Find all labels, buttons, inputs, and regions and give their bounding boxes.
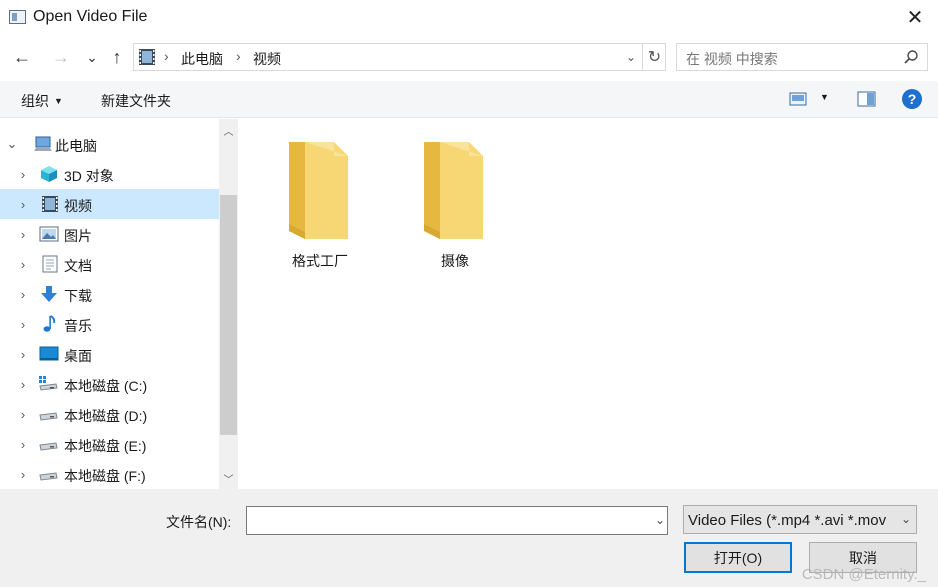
up-button[interactable]: ↑ <box>104 44 130 70</box>
chevron-right-icon[interactable]: › <box>16 437 30 452</box>
desktop-icon <box>39 346 59 361</box>
film-icon <box>42 196 58 212</box>
chevron-down-icon[interactable]: ⌄ <box>655 513 665 527</box>
chevron-right-icon: › <box>236 48 241 64</box>
folder-item[interactable]: 格式工厂 <box>272 139 368 274</box>
chevron-right-icon[interactable]: › <box>16 347 30 362</box>
scroll-up-icon[interactable]: ︿ <box>219 121 238 139</box>
film-icon <box>139 49 155 65</box>
folder-name: 格式工厂 <box>292 253 348 269</box>
chevron-right-icon: › <box>164 48 169 64</box>
back-button[interactable]: ← <box>9 44 35 70</box>
tree-item-drive-c[interactable]: › 本地磁盘 (C:) <box>0 369 219 399</box>
help-button[interactable]: ? <box>902 89 922 109</box>
download-icon <box>41 286 57 302</box>
refresh-button[interactable]: ↻ <box>642 44 666 70</box>
navigation-pane: ⌄ 此电脑 › 3D 对象 › 视频 › 图片 › 文档 › 下载 › 音乐 ›… <box>0 119 219 489</box>
chevron-right-icon[interactable]: › <box>16 227 30 242</box>
command-bar: 组织 ▼ 新建文件夹 ▼ <box>0 81 938 118</box>
watermark: CSDN @Eternity._ <box>801 566 926 583</box>
tree-item-music[interactable]: › 音乐 <box>0 309 219 339</box>
tree-item-this-pc[interactable]: ⌄ 此电脑 <box>0 129 219 159</box>
title-bar: Open Video File ✕ <box>0 0 938 34</box>
music-icon <box>43 315 56 332</box>
chevron-down-icon[interactable]: ⌄ <box>5 136 19 152</box>
tree-label: 下载 <box>64 288 92 304</box>
chevron-down-icon: ⌄ <box>900 512 911 526</box>
chevron-right-icon[interactable]: › <box>16 257 30 272</box>
tree-label: 3D 对象 <box>64 168 114 184</box>
tree-label: 桌面 <box>64 348 92 364</box>
preview-pane-icon[interactable] <box>857 90 877 108</box>
tree-item-downloads[interactable]: › 下载 <box>0 279 219 309</box>
document-icon <box>42 255 58 273</box>
tree-item-documents[interactable]: › 文档 <box>0 249 219 279</box>
sidebar-scrollbar[interactable]: ︿ ﹀ <box>219 119 238 489</box>
organize-label: 组织 <box>21 93 49 109</box>
forward-button[interactable]: → <box>48 44 74 70</box>
search-input[interactable]: 在 视频 中搜索 <box>686 49 778 69</box>
tree-item-drive-d[interactable]: › 本地磁盘 (D:) <box>0 399 219 429</box>
chevron-right-icon[interactable]: › <box>16 197 30 212</box>
navigation-bar: ← → ⌄ ↑ › 此电脑 › 视频 ⌄ ↻ 在 视频 中搜索 <box>0 40 938 74</box>
filetype-select[interactable]: Video Files (*.mp4 *.avi *.mov ⌄ <box>683 505 917 534</box>
breadcrumb-videos[interactable]: 视频 <box>253 49 281 69</box>
filename-combobox[interactable]: ⌄ <box>246 506 668 535</box>
chevron-right-icon[interactable]: › <box>16 407 30 422</box>
tree-label: 视频 <box>64 198 92 214</box>
caret-down-icon: ▼ <box>54 96 63 106</box>
tree-item-3d-objects[interactable]: › 3D 对象 <box>0 159 219 189</box>
drive-icon <box>39 442 58 451</box>
tree-item-drive-e[interactable]: › 本地磁盘 (E:) <box>0 429 219 459</box>
tree-label: 音乐 <box>64 318 92 334</box>
picture-icon <box>39 226 59 242</box>
tree-item-desktop[interactable]: › 桌面 <box>0 339 219 369</box>
drive-icon <box>39 472 58 481</box>
chevron-right-icon[interactable]: › <box>16 317 30 332</box>
tree-label: 本地磁盘 (E:) <box>64 438 147 454</box>
view-options-caret-icon[interactable]: ▼ <box>820 92 829 102</box>
breadcrumb-this-pc[interactable]: 此电脑 <box>181 49 223 69</box>
address-dropdown-button[interactable]: ⌄ <box>620 44 642 70</box>
tree-label: 本地磁盘 (C:) <box>64 378 148 394</box>
search-icon[interactable] <box>903 49 919 65</box>
cube-icon <box>41 166 57 182</box>
computer-icon <box>34 136 52 151</box>
tree-label: 文档 <box>64 258 92 274</box>
filename-label: 文件名(N): <box>166 514 232 530</box>
scrollbar-thumb[interactable] <box>220 195 237 435</box>
filename-field[interactable] <box>247 507 642 534</box>
system-drive-icon <box>39 376 58 391</box>
tree-item-drive-f[interactable]: › 本地磁盘 (F:) <box>0 459 219 489</box>
chevron-right-icon[interactable]: › <box>16 167 30 182</box>
file-list[interactable]: 格式工厂 摄像 <box>240 119 938 489</box>
scroll-down-icon[interactable]: ﹀ <box>219 469 238 487</box>
folder-icon <box>424 142 483 239</box>
tree-item-pictures[interactable]: › 图片 <box>0 219 219 249</box>
drive-icon <box>39 412 58 421</box>
open-button[interactable]: 打开(O) <box>684 542 792 573</box>
folder-item[interactable]: 摄像 <box>407 139 503 274</box>
tree-label: 图片 <box>64 228 92 244</box>
app-icon <box>9 10 26 24</box>
change-view-icon[interactable] <box>789 90 809 108</box>
window-title: Open Video File <box>33 8 148 25</box>
organize-menu[interactable]: 组织 ▼ <box>21 91 63 111</box>
address-bar[interactable]: › 此电脑 › 视频 ⌄ ↻ <box>133 43 666 71</box>
tree-label: 本地磁盘 (D:) <box>64 408 148 424</box>
chevron-right-icon[interactable]: › <box>16 377 30 392</box>
new-folder-button[interactable]: 新建文件夹 <box>101 91 171 111</box>
dialog-footer: 文件名(N): ⌄ Video Files (*.mp4 *.avi *.mov… <box>0 489 938 587</box>
recent-locations-button[interactable]: ⌄ <box>79 44 105 70</box>
chevron-right-icon[interactable]: › <box>16 287 30 302</box>
close-button[interactable]: ✕ <box>892 0 938 34</box>
folder-icon <box>289 142 348 239</box>
filetype-value: Video Files (*.mp4 *.avi *.mov <box>688 512 887 529</box>
tree-label-this-pc: 此电脑 <box>55 138 97 154</box>
tree-label: 本地磁盘 (F:) <box>64 468 146 484</box>
chevron-right-icon[interactable]: › <box>16 467 30 482</box>
folder-name: 摄像 <box>441 253 469 269</box>
search-box[interactable]: 在 视频 中搜索 <box>676 43 928 71</box>
tree-item-videos[interactable]: › 视频 <box>0 189 219 219</box>
